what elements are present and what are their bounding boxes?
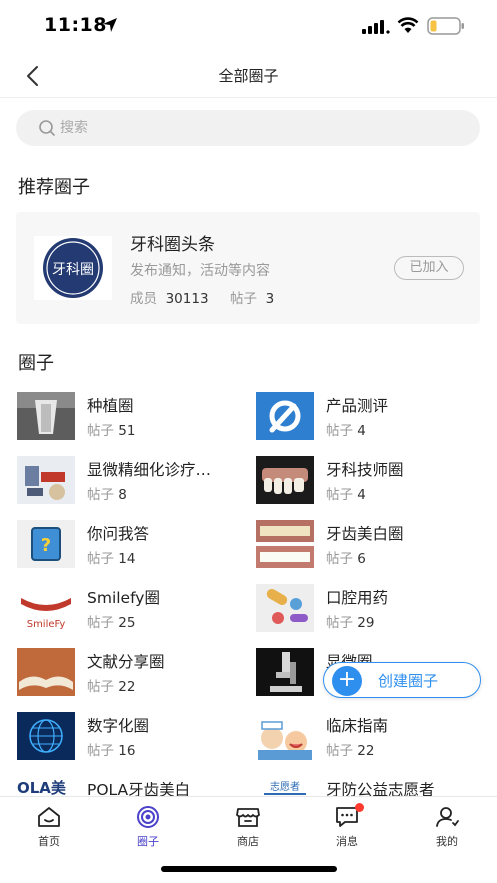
recommended-section-title: 推荐圈子: [18, 177, 90, 198]
tab-profile[interactable]: 我的: [417, 805, 477, 848]
circle-posts: 帖子 8: [87, 487, 127, 503]
dentist-cartoon-thumb: [256, 712, 314, 760]
wifi-icon: [397, 17, 419, 33]
teeth-model-thumb: [256, 456, 314, 504]
circle-item-implant[interactable]: 种植圈 帖子 51: [17, 392, 247, 444]
svg-text:OLA美: OLA美: [17, 779, 67, 797]
circle-name: 你问我答: [87, 525, 150, 543]
recommended-circle-description: 发布通知，活动等内容: [130, 263, 270, 279]
circle-name: 产品测评: [326, 397, 389, 415]
question-book-thumb: ?: [17, 520, 75, 568]
circle-item-microscope-precision[interactable]: 显微精细化诊疗… 帖子 8: [17, 456, 247, 508]
shop-icon: [236, 808, 260, 827]
recommended-circle-title: 牙科圈头条: [130, 235, 215, 255]
digital-globe-thumb: [17, 712, 75, 760]
page-title: 全部圈子: [218, 67, 279, 85]
circle-logo: 牙科圈: [34, 236, 112, 300]
circle-item-oral-medicine[interactable]: 口腔用药 帖子 29: [256, 584, 486, 636]
circle-posts: 帖子 14: [87, 551, 136, 567]
status-time: 11:18: [44, 14, 107, 36]
home-indicator: [161, 866, 337, 872]
search-icon: [39, 120, 55, 136]
circle-posts: 帖子 4: [326, 487, 366, 503]
create-circle-button[interactable]: + 创建圈子: [323, 662, 481, 698]
home-icon: [38, 807, 60, 827]
circle-name: 数字化圈: [87, 717, 150, 735]
circle-posts: 帖子 4: [326, 423, 366, 439]
circle-item-digital[interactable]: 数字化圈 帖子 16: [17, 712, 247, 764]
microscope-thumb: [256, 648, 314, 696]
tab-messages[interactable]: 消息: [317, 803, 377, 848]
circle-item-technician[interactable]: 牙科技师圈 帖子 4: [256, 456, 486, 508]
circle-name: 显微精细化诊疗…: [87, 461, 212, 479]
search-bar[interactable]: [16, 110, 480, 146]
circle-item-whitening[interactable]: 牙齿美白圈 帖子 6: [256, 520, 486, 572]
plus-icon: +: [332, 666, 362, 696]
recommended-circle-stats: 成员 30113 帖子 3: [130, 287, 274, 307]
circle-posts: 帖子 22: [87, 679, 136, 695]
tab-home[interactable]: 首页: [19, 805, 79, 848]
circle-item-product-review[interactable]: 产品测评 帖子 4: [256, 392, 486, 444]
tab-label: 我的: [436, 835, 458, 848]
circle-posts: 帖子 25: [87, 615, 136, 631]
tab-label: 消息: [336, 835, 358, 848]
posts-count: 3: [265, 291, 275, 307]
tab-circles[interactable]: 圈子: [118, 805, 178, 848]
circle-name: 文献分享圈: [87, 653, 165, 671]
cellular-signal-icon: [362, 20, 390, 34]
book-thumb: [17, 648, 75, 696]
posts-label: 帖子: [230, 291, 258, 307]
circle-name: 牙科技师圈: [326, 461, 404, 479]
svg-text:SmileFy: SmileFy: [27, 619, 66, 630]
dental-circle-logo-icon: 牙科圈: [43, 238, 103, 298]
circle-posts: 帖子 29: [326, 615, 375, 631]
circle-name: 牙齿美白圈: [326, 525, 404, 543]
microscope-model-thumb: [17, 456, 75, 504]
tab-label: 商店: [237, 835, 259, 848]
circle-name: Smilefy圈: [87, 589, 160, 607]
smilefy-logo-thumb: SmileFy: [17, 584, 75, 632]
whitening-thumb: [256, 520, 314, 568]
tab-shop[interactable]: 商店: [218, 805, 278, 848]
circle-target-icon: [137, 806, 159, 828]
dental-xray-thumb: [17, 392, 75, 440]
circle-posts: 帖子 16: [87, 743, 136, 759]
recommended-circle-card[interactable]: 牙科圈 牙科圈头条 发布通知，活动等内容 成员 30113 帖子 3 已加入: [16, 212, 480, 324]
logo-text: 牙科圈: [52, 262, 94, 278]
circle-item-qa[interactable]: ? 你问我答 帖子 14: [17, 520, 247, 572]
circle-posts: 帖子 22: [326, 743, 375, 759]
nav-bar: 全部圈子: [0, 54, 497, 98]
circle-item-smilefy[interactable]: SmileFy Smilefy圈 帖子 25: [17, 584, 247, 636]
members-label: 成员: [130, 291, 157, 307]
joined-status-button[interactable]: 已加入: [394, 256, 464, 280]
pills-thumb: [256, 584, 314, 632]
circle-posts: 帖子 6: [326, 551, 366, 567]
svg-text:?: ?: [41, 535, 51, 556]
unread-badge: [355, 803, 364, 812]
wrench-gear-thumb: [256, 392, 314, 440]
profile-icon: [436, 807, 459, 827]
tab-label: 圈子: [137, 835, 159, 848]
circle-item-clinical-guide[interactable]: 临床指南 帖子 22: [256, 712, 486, 764]
circle-name: 口腔用药: [326, 589, 389, 607]
battery-icon: [427, 17, 464, 35]
circle-name: 临床指南: [326, 717, 389, 735]
create-circle-label: 创建圈子: [378, 672, 439, 690]
circle-name: 种植圈: [87, 397, 134, 415]
circles-section-title: 圈子: [18, 353, 54, 374]
svg-text:志愿者: 志愿者: [270, 780, 300, 793]
search-input[interactable]: [60, 110, 460, 146]
members-count: 30113: [165, 291, 209, 307]
tab-label: 首页: [38, 835, 60, 848]
status-bar: 11:18: [0, 0, 497, 54]
location-arrow-icon: [103, 18, 117, 32]
circle-item-literature[interactable]: 文献分享圈 帖子 22: [17, 648, 247, 700]
circle-posts: 帖子 51: [87, 423, 136, 439]
